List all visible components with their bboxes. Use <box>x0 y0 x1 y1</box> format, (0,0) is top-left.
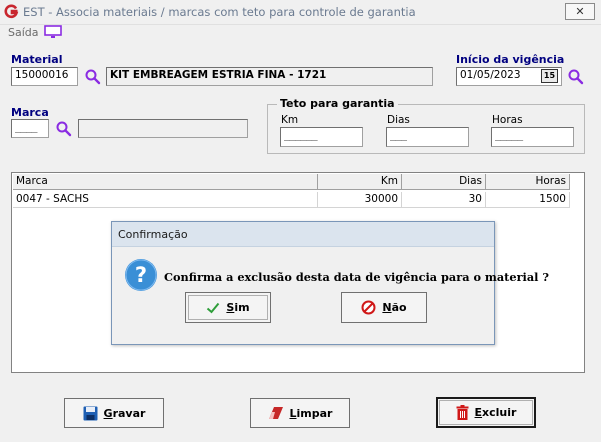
cell-km: 30000 <box>318 192 402 208</box>
horas-input[interactable]: _____ <box>491 127 574 147</box>
column-header-km[interactable]: Km <box>318 174 402 190</box>
material-label: Material <box>11 53 63 66</box>
dias-input[interactable]: ___ <box>386 127 469 147</box>
dialog-message: Confirma a exclusão desta data de vigênc… <box>164 270 549 284</box>
eraser-icon <box>268 407 283 419</box>
question-icon: ? <box>125 259 157 291</box>
marca-description-field <box>78 119 248 138</box>
column-header-horas[interactable]: Horas <box>486 174 570 190</box>
marca-label: Marca <box>11 106 49 119</box>
cell-horas: 1500 <box>486 192 570 208</box>
vigencia-label: Início da vigência <box>456 53 565 66</box>
calendar-day-badge: 15 <box>543 71 556 80</box>
trash-icon <box>456 405 469 420</box>
check-icon <box>207 302 220 313</box>
cell-dias: 30 <box>402 192 486 208</box>
limpar-button[interactable]: Limpar <box>250 398 350 428</box>
horas-label: Horas <box>492 114 523 126</box>
svg-text:?: ? <box>135 263 147 287</box>
km-label: Km <box>281 114 299 126</box>
search-icon[interactable] <box>84 68 102 86</box>
cancel-icon <box>361 300 376 315</box>
gravar-button[interactable]: Gravar <box>64 398 164 428</box>
search-icon[interactable] <box>55 120 73 138</box>
vigencia-date-value: 01/05/2023 <box>460 69 521 81</box>
monitor-icon[interactable] <box>44 25 62 39</box>
teto-group-title: Teto para garantia <box>277 97 398 110</box>
close-icon: ✕ <box>575 5 585 18</box>
app-logo-icon <box>4 4 19 19</box>
dias-label: Dias <box>387 114 410 126</box>
menu-item-saida[interactable]: Saída <box>8 26 39 39</box>
sim-button[interactable]: Sim <box>185 292 271 323</box>
gravar-button-label: Gravar <box>103 406 146 420</box>
nao-button-label: Não <box>382 301 407 314</box>
calendar-icon[interactable]: 15 <box>541 69 558 83</box>
dialog-title: Confirmação <box>118 228 188 241</box>
km-input[interactable]: ______ <box>280 127 363 147</box>
close-button[interactable]: ✕ <box>565 3 595 20</box>
material-code-input[interactable]: 15000016 <box>11 67 78 86</box>
sim-button-label: Sim <box>226 301 250 314</box>
cell-marca: 0047 - SACHS <box>13 192 318 208</box>
column-header-marca[interactable]: Marca <box>13 174 318 190</box>
nao-button[interactable]: Não <box>341 292 427 323</box>
excluir-button-label: Excluir <box>474 406 517 419</box>
confirmation-dialog: Confirmação ? Confirma a exclusão desta … <box>111 221 549 345</box>
save-icon <box>83 406 98 420</box>
window-title: EST - Associa materiais / marcas com tet… <box>23 5 416 19</box>
column-header-dias[interactable]: Dias <box>402 174 486 190</box>
limpar-button-label: Limpar <box>289 406 333 420</box>
excluir-button[interactable]: Excluir <box>436 397 536 428</box>
search-icon[interactable] <box>567 68 585 86</box>
marca-code-input[interactable]: ____ <box>11 119 49 138</box>
material-description-field: KIT EMBREAGEM ESTRIA FINA - 1721 <box>106 67 433 86</box>
